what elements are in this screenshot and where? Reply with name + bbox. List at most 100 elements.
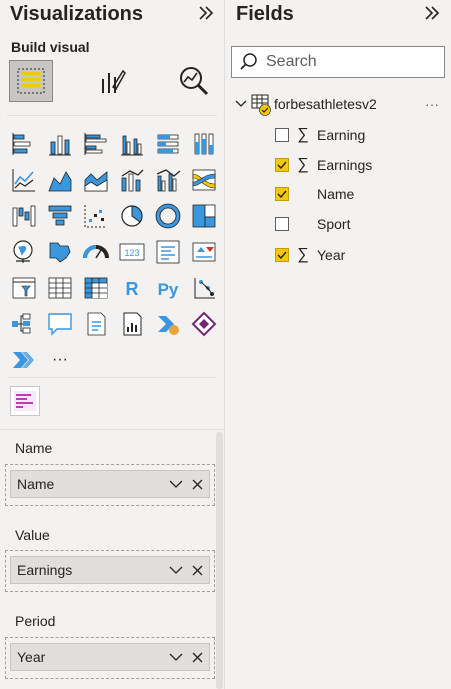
- chevron-down-icon[interactable]: [167, 648, 185, 666]
- field-label: Name: [317, 186, 355, 202]
- more-visuals-button[interactable]: ···: [46, 346, 74, 374]
- field-row-year[interactable]: ∑ Year: [275, 246, 345, 264]
- divider: [7, 377, 217, 378]
- multi-row-card-icon[interactable]: [154, 238, 182, 266]
- build-visual-button[interactable]: [9, 60, 53, 102]
- collapse-visualizations-button[interactable]: [196, 3, 216, 25]
- python-visual-icon[interactable]: Py: [154, 274, 182, 302]
- power-automate-flow-icon[interactable]: [10, 346, 38, 374]
- field-row-earnings[interactable]: ∑ Earnings: [275, 156, 372, 174]
- clustered-bar-chart-icon[interactable]: [82, 130, 110, 158]
- table-more-options-button[interactable]: ···: [425, 96, 439, 112]
- field-pill-label: Name: [17, 476, 55, 492]
- paginated-report-icon[interactable]: [118, 310, 146, 338]
- field-checkbox[interactable]: [275, 248, 289, 262]
- field-pill[interactable]: Name: [10, 470, 210, 498]
- 100-stacked-bar-chart-icon[interactable]: [154, 130, 182, 158]
- sigma-icon: ∑: [297, 126, 309, 143]
- stacked-bar-chart-icon[interactable]: [10, 130, 38, 158]
- analytics-magnifier-icon: [180, 67, 209, 96]
- stacked-area-chart-icon[interactable]: [82, 166, 110, 194]
- fields-title: Fields: [236, 3, 294, 25]
- field-label: Earning: [317, 127, 366, 143]
- visualizations-title: Visualizations: [10, 3, 144, 25]
- collapse-fields-button[interactable]: [422, 3, 442, 25]
- funnel-chart-icon[interactable]: [46, 202, 74, 230]
- pie-chart-icon[interactable]: [118, 202, 146, 230]
- remove-field-icon[interactable]: [188, 475, 206, 493]
- search-input[interactable]: [264, 52, 438, 72]
- analytics-button[interactable]: [172, 60, 216, 102]
- well-name-dropzone[interactable]: Name: [5, 464, 215, 506]
- line-and-stacked-column-chart-icon[interactable]: [118, 166, 146, 194]
- divider: [7, 115, 217, 116]
- divider: [0, 429, 224, 430]
- smart-narrative-icon[interactable]: [82, 310, 110, 338]
- filled-map-icon[interactable]: [46, 238, 74, 266]
- chevron-down-icon[interactable]: [167, 561, 185, 579]
- fields-pane: Fields forbesathletesv2 ··· ∑ Earning ∑ …: [225, 0, 451, 689]
- field-row-name[interactable]: Name: [275, 186, 354, 202]
- kpi-icon[interactable]: [190, 238, 218, 266]
- selected-custom-visual-icon[interactable]: [10, 386, 40, 416]
- well-value-dropzone[interactable]: Earnings: [5, 550, 215, 592]
- field-checkbox[interactable]: [275, 217, 289, 231]
- slicer-icon[interactable]: [10, 274, 38, 302]
- checkmark-badge-icon: [259, 104, 271, 116]
- remove-field-icon[interactable]: [188, 648, 206, 666]
- map-icon[interactable]: [10, 238, 38, 266]
- scatter-chart-icon[interactable]: [82, 202, 110, 230]
- ribbon-chart-icon[interactable]: [190, 166, 218, 194]
- line-and-clustered-column-chart-icon[interactable]: [154, 166, 182, 194]
- power-apps-icon[interactable]: [190, 310, 218, 338]
- decomposition-tree-icon[interactable]: [10, 310, 38, 338]
- table-row-forbesathletesv2[interactable]: forbesathletesv2: [235, 94, 377, 116]
- chevron-down-icon: [235, 100, 247, 107]
- field-row-sport[interactable]: Sport: [275, 216, 350, 232]
- field-checkbox[interactable]: [275, 158, 289, 172]
- checkmark-icon: [277, 190, 287, 198]
- stacked-column-chart-icon[interactable]: [46, 130, 74, 158]
- well-title-value: Value: [15, 527, 50, 543]
- chevron-down-icon[interactable]: [167, 475, 185, 493]
- 100-stacked-column-chart-icon[interactable]: [190, 130, 218, 158]
- wells-scrollbar[interactable]: [216, 432, 223, 689]
- well-period-dropzone[interactable]: Year: [5, 637, 215, 679]
- area-chart-icon[interactable]: [46, 166, 74, 194]
- matrix-icon[interactable]: [82, 274, 110, 302]
- gauge-icon[interactable]: [82, 238, 110, 266]
- svg-text:Py: Py: [158, 280, 179, 299]
- qa-visual-icon[interactable]: [46, 310, 74, 338]
- field-checkbox[interactable]: [275, 187, 289, 201]
- treemap-icon[interactable]: [190, 202, 218, 230]
- format-paintbrush-icon: [102, 69, 126, 93]
- field-pill[interactable]: Year: [10, 643, 210, 671]
- remove-field-icon[interactable]: [188, 561, 206, 579]
- field-pill[interactable]: Earnings: [10, 556, 210, 584]
- build-visual-label: Build visual: [11, 39, 90, 55]
- field-checkbox[interactable]: [275, 128, 289, 142]
- fields-search-box[interactable]: [231, 46, 445, 78]
- clustered-column-chart-icon[interactable]: [118, 130, 146, 158]
- ellipsis-icon: ···: [52, 351, 68, 368]
- well-title-name: Name: [15, 440, 53, 456]
- field-row-earning[interactable]: ∑ Earning: [275, 126, 365, 144]
- card-icon[interactable]: 123: [118, 238, 146, 266]
- visualizations-pane: Visualizations Build visual 123 R Py ···…: [0, 0, 224, 689]
- format-visual-button[interactable]: [90, 60, 134, 102]
- waterfall-chart-icon[interactable]: [10, 202, 38, 230]
- field-label: Sport: [317, 216, 351, 232]
- power-automate-icon[interactable]: [154, 310, 182, 338]
- key-influencers-icon[interactable]: [190, 274, 218, 302]
- checkmark-icon: [277, 251, 287, 259]
- field-label: Year: [317, 247, 346, 263]
- donut-chart-icon[interactable]: [154, 202, 182, 230]
- field-pill-label: Year: [17, 649, 46, 665]
- table-icon[interactable]: [46, 274, 74, 302]
- search-icon: [240, 53, 257, 70]
- svg-text:123: 123: [124, 248, 139, 258]
- r-visual-icon[interactable]: R: [118, 274, 146, 302]
- field-label: Earnings: [317, 157, 373, 173]
- line-chart-icon[interactable]: [10, 166, 38, 194]
- svg-text:R: R: [126, 279, 139, 299]
